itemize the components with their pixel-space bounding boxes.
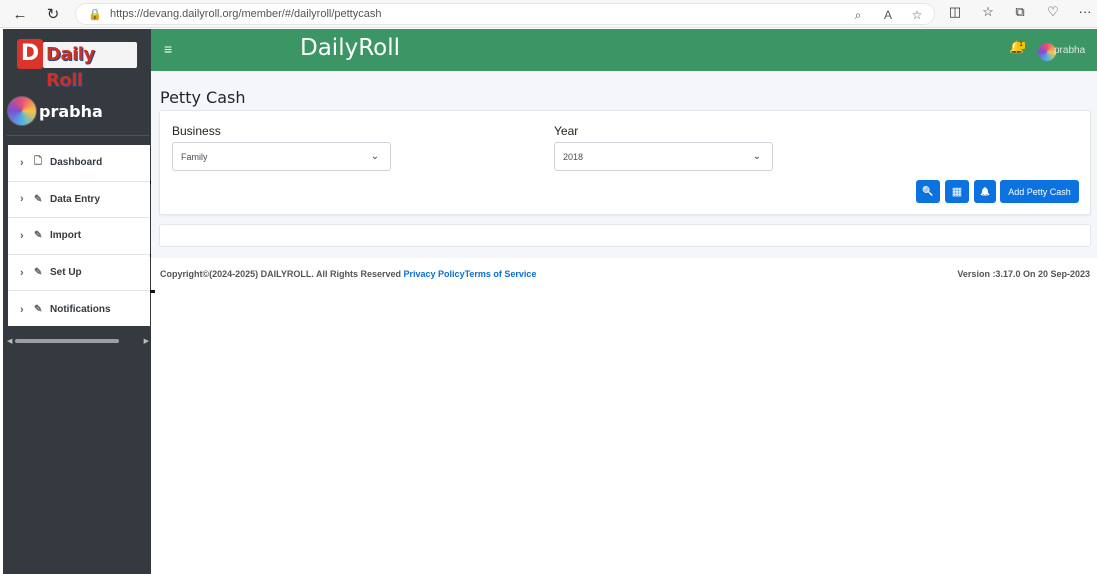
search-button[interactable]: 🔍 (916, 180, 940, 203)
chevron-right-icon: › (20, 303, 24, 316)
address-bar[interactable]: 🔒 https://devang.dailyroll.org/member/#/… (75, 3, 935, 25)
brand-title: DailyRoll (300, 35, 400, 61)
search-icon: 🔍 (922, 186, 934, 196)
sidebar-item-dashboard[interactable]: › 🗋 Dashboard (8, 145, 155, 184)
main-content: Petty Cash Business Family ⌄ Year 2018 ⌄… (151, 71, 1097, 258)
pencil-icon: ✎ (34, 230, 43, 242)
filter-card: Business Family ⌄ Year 2018 ⌄ 🔍 ▦ 🔔 Add … (159, 110, 1091, 215)
sidebar-item-import[interactable]: › ✎ Import (8, 218, 155, 257)
results-card (159, 224, 1091, 247)
chevron-right-icon: › (20, 266, 24, 279)
table-view-button[interactable]: ▦ (945, 180, 969, 203)
notification-badge: 1 (1017, 42, 1025, 49)
sidebar-item-data-entry[interactable]: › ✎ Data Entry (8, 182, 150, 219)
pencil-icon: ✎ (34, 304, 43, 316)
back-icon[interactable]: ← (9, 3, 31, 25)
favorites-icon[interactable]: ☆ (978, 4, 998, 20)
sidebar-item-label: Import (50, 230, 82, 242)
copyright-text: Copyright©(2024-2025) DAILYROLL. All Rig… (160, 269, 404, 279)
bell-icon: 🔔 (980, 187, 990, 196)
more-menu-icon[interactable]: ··· (1075, 4, 1095, 19)
sidebar-divider (7, 135, 149, 136)
browser-toolbar: ← ↻ 🔒 https://devang.dailyroll.org/membe… (0, 0, 1097, 28)
add-petty-cash-button[interactable]: Add Petty Cash (1000, 180, 1079, 203)
scrollbar-thumb[interactable] (15, 339, 119, 343)
business-label: Business (172, 124, 221, 138)
sidebar-item-label: Set Up (50, 267, 82, 279)
pencil-icon: ✎ (34, 267, 43, 279)
sidebar: D Daily Roll prabha › 🗋 Dashboard › ✎ Da… (3, 29, 155, 574)
scroll-right-icon[interactable]: ▶ (144, 337, 149, 345)
zoom-icon[interactable]: ⌕ (850, 8, 866, 23)
sidebar-user[interactable]: prabha (7, 95, 147, 127)
sidebar-user-name: prabha (39, 101, 103, 121)
sidebar-item-set-up[interactable]: › ✎ Set Up (8, 255, 155, 294)
table-icon: ▦ (951, 186, 963, 198)
logo-mark: D (17, 39, 43, 69)
sidebar-item-label: Notifications (50, 304, 111, 316)
pencil-icon: ✎ (34, 193, 43, 205)
extensions-icon[interactable]: ♡ (1043, 4, 1063, 20)
sidebar-item-label: Data Entry (50, 193, 101, 205)
read-aloud-icon[interactable]: A (880, 8, 896, 22)
year-label: Year (554, 124, 579, 138)
notify-button[interactable]: 🔔 (974, 180, 996, 203)
chevron-right-icon: › (20, 156, 24, 169)
chevron-right-icon: › (20, 229, 24, 242)
business-select-value: Family (181, 151, 208, 162)
sidebar-item-label: Dashboard (50, 157, 103, 169)
logo-text: Daily Roll (43, 42, 137, 91)
year-select-value: 2018 (563, 151, 584, 162)
top-header: ≡ DailyRoll 🔔 1 prabha (151, 29, 1097, 71)
logo[interactable]: D Daily Roll (17, 39, 137, 91)
scroll-left-icon[interactable]: ◀ (7, 337, 12, 345)
collections-icon[interactable]: ⧉ (1010, 4, 1030, 20)
split-screen-icon[interactable]: ◫ (945, 4, 965, 20)
chevron-right-icon: › (20, 193, 24, 206)
footer-version: Version :3.17.0 On 20 Sep-2023 (957, 269, 1090, 279)
sidebar-scrollbar[interactable]: ◀ ▶ (7, 337, 149, 345)
favorite-star-icon[interactable]: ☆ (909, 8, 925, 22)
reload-icon[interactable]: ↻ (42, 3, 64, 25)
year-select[interactable]: 2018 ⌄ (554, 142, 773, 171)
sidebar-menu: › 🗋 Dashboard › ✎ Data Entry › ✎ Import … (8, 145, 155, 328)
sidebar-item-notifications[interactable]: › ✎ Notifications (8, 291, 150, 328)
page-title: Petty Cash (160, 88, 246, 107)
hamburger-menu-icon[interactable]: ≡ (164, 41, 172, 57)
terms-of-service-link[interactable]: Terms of Service (465, 269, 537, 279)
lock-icon[interactable]: 🔒 (84, 8, 106, 21)
footer-copyright: Copyright©(2024-2025) DAILYROLL. All Rig… (160, 269, 536, 279)
avatar (7, 96, 37, 126)
header-user-name[interactable]: prabha (1054, 45, 1085, 56)
chevron-down-icon: ⌄ (370, 151, 380, 162)
url-text[interactable]: https://devang.dailyroll.org/member/#/da… (110, 8, 381, 20)
file-icon: 🗋 (34, 156, 43, 168)
privacy-policy-link[interactable]: Privacy Policy (404, 269, 465, 279)
business-select[interactable]: Family ⌄ (172, 142, 391, 171)
chevron-down-icon: ⌄ (752, 151, 762, 162)
menu-marker (150, 290, 155, 294)
